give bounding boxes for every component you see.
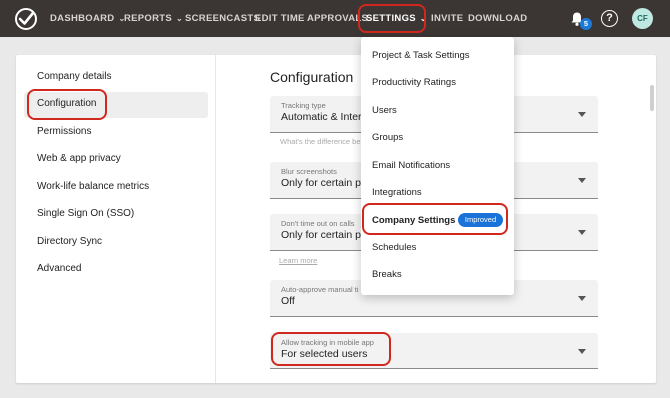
learn-more-link[interactable]: Learn more [279,256,317,265]
caret-down-icon [578,296,586,301]
chevron-down-icon: ⌄ [176,14,184,23]
sidebar-item-web-app-privacy[interactable]: Web & app privacy [37,153,121,164]
nav-screencasts[interactable]: SCREENCASTS [185,13,260,24]
field-label: Don't time out on calls [281,219,355,228]
caret-down-icon [578,349,586,354]
settings-highlight [358,4,426,33]
nav-download[interactable]: DOWNLOAD [468,13,527,24]
menu-item-integrations[interactable]: Integrations [372,187,422,198]
check-badge-icon[interactable] [14,7,38,31]
caret-down-icon [578,230,586,235]
caret-down-icon [578,178,586,183]
help-icon[interactable]: ? [601,10,618,27]
nav-label: DOWNLOAD [468,13,528,24]
sidebar-item-advanced[interactable]: Advanced [37,263,81,274]
avatar[interactable]: CF [632,8,653,29]
nav-label: EDIT TIME [255,13,305,24]
company-settings-highlight [362,203,508,235]
field-value: Off [281,295,295,307]
configuration-highlight [27,89,107,120]
nav-label: INVITE [431,13,464,24]
notification-badge: 5 [580,18,592,30]
nav-dashboard[interactable]: DASHBOARD ⌄ [50,13,125,24]
mobile-tracking-highlight [271,332,391,366]
tracking-type-helper[interactable]: What's the difference be [280,137,361,146]
sidebar-item-work-life-balance[interactable]: Work-life balance metrics [37,181,149,192]
page-title: Configuration [270,69,354,85]
caret-down-icon [578,112,586,117]
menu-item-schedules[interactable]: Schedules [372,242,416,253]
field-value: Only for certain p [281,229,361,241]
field-label: Blur screenshots [281,167,337,176]
scrollbar[interactable] [650,85,654,111]
sidebar-item-company-details[interactable]: Company details [37,71,111,82]
nav-invite[interactable]: INVITE [431,13,463,24]
nav-label: SCREENCASTS [185,13,261,24]
field-value: Only for certain p [281,177,361,189]
sidebar-item-sso[interactable]: Single Sign On (SSO) [37,208,134,219]
menu-item-email-notifications[interactable]: Email Notifications [372,160,450,171]
nav-reports[interactable]: REPORTS ⌄ [124,13,183,24]
menu-item-users[interactable]: Users [372,105,397,116]
menu-item-productivity-ratings[interactable]: Productivity Ratings [372,77,456,88]
field-value: Automatic & Inter [281,111,362,123]
menu-item-breaks[interactable]: Breaks [372,269,402,280]
field-label: Tracking type [281,101,326,110]
nav-edit-time[interactable]: EDIT TIME [255,13,305,24]
menu-item-project-task-settings[interactable]: Project & Task Settings [372,50,470,61]
nav-label: DASHBOARD [50,13,115,24]
sidebar-item-directory-sync[interactable]: Directory Sync [37,236,102,247]
nav-label: REPORTS [124,13,173,24]
field-label: Auto-approve manual ti [281,285,359,294]
menu-item-groups[interactable]: Groups [372,132,403,143]
sidebar-item-permissions[interactable]: Permissions [37,126,91,137]
